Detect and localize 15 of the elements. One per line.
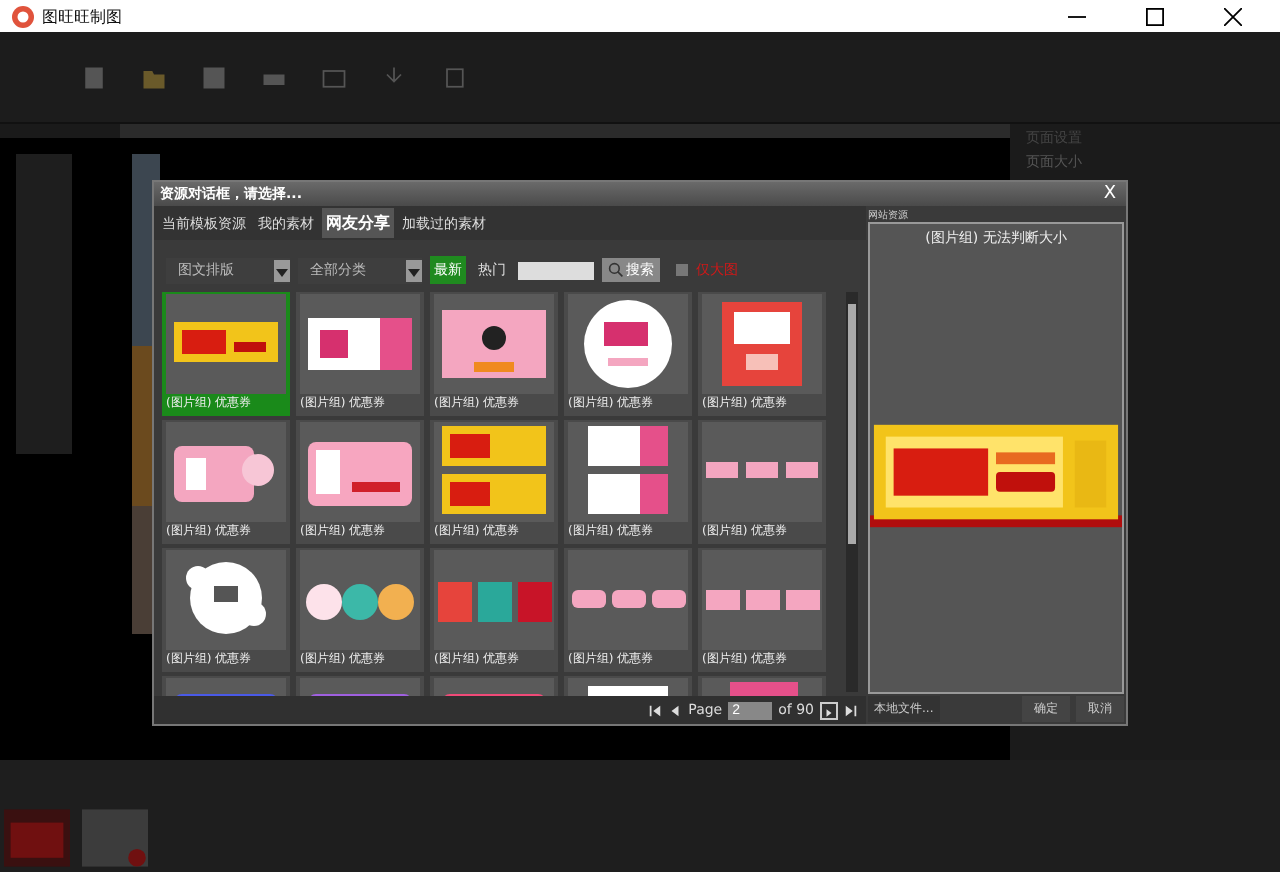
window-title: 图旺旺制图	[42, 5, 122, 27]
checkbox[interactable]	[676, 264, 688, 276]
app-logo-icon	[12, 5, 34, 27]
maximize-icon[interactable]	[1146, 7, 1164, 25]
search-icon	[608, 262, 624, 278]
close-icon[interactable]	[1224, 7, 1242, 25]
scrollbar[interactable]	[846, 292, 858, 692]
caret-icon[interactable]	[274, 259, 290, 281]
next-page-icon[interactable]	[820, 701, 838, 719]
tab[interactable]: 网友分享	[322, 208, 394, 238]
close-button[interactable]: X	[1099, 184, 1120, 204]
last-page-icon[interactable]	[844, 703, 858, 717]
first-page-icon[interactable]	[648, 703, 663, 717]
search-field[interactable]	[518, 261, 594, 279]
caret-icon[interactable]	[406, 259, 422, 281]
